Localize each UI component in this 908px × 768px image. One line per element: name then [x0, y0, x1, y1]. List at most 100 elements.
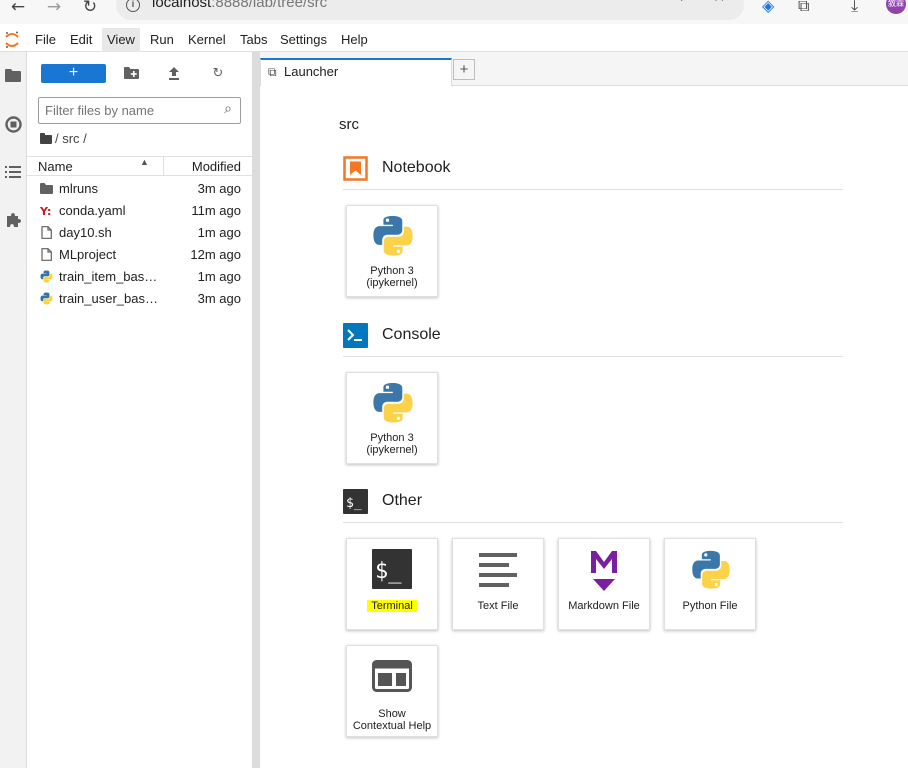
launcher-cwd: src: [339, 116, 359, 133]
file-row[interactable]: train_user_based.py 3m ago: [27, 288, 252, 310]
svg-text:$_: $_: [375, 559, 402, 584]
file-name: MLproject: [59, 247, 117, 262]
svg-text:$_: $_: [346, 496, 362, 511]
notebook-icon: [343, 156, 368, 181]
table-of-contents-icon[interactable]: [3, 162, 23, 182]
bookmark-star-icon[interactable]: ☆: [712, 0, 726, 5]
card-label-highlighted: Terminal: [347, 600, 437, 612]
reload-icon[interactable]: ↻: [78, 0, 102, 17]
column-header-modified[interactable]: Modified: [192, 159, 241, 174]
jupyter-logo-icon: [5, 31, 19, 48]
search-icon: ⌕: [224, 101, 232, 117]
menu-view[interactable]: View: [102, 28, 140, 52]
section-title: Other: [382, 492, 423, 509]
breadcrumb: / src /: [40, 131, 87, 149]
tab-launcher[interactable]: ⧉ Launcher: [260, 58, 452, 86]
file-modified: 1m ago: [197, 225, 241, 240]
file-icon: [41, 248, 52, 261]
card-contextual-help[interactable]: Show Contextual Help: [346, 645, 438, 737]
menu-file[interactable]: File: [30, 28, 61, 52]
card-terminal[interactable]: $_ Terminal: [346, 538, 438, 630]
address-text[interactable]: localhost:8888/lab/tree/src: [152, 0, 327, 11]
new-tab-button[interactable]: +: [453, 59, 475, 80]
file-name: train_user_based.py: [59, 291, 159, 306]
contextual-help-icon: [372, 660, 412, 692]
file-name: mlruns: [59, 181, 99, 196]
svg-text:Y:: Y:: [40, 205, 51, 217]
python-logo-icon: [692, 550, 730, 589]
file-modified: 11m ago: [191, 203, 241, 218]
zoom-icon[interactable]: ⌕: [681, 0, 690, 6]
file-row[interactable]: MLproject 12m ago: [27, 244, 252, 266]
card-text-file[interactable]: Text File: [452, 538, 544, 630]
file-browser-tab-icon[interactable]: [3, 65, 23, 85]
section-other: $_ Other: [343, 489, 843, 523]
terminal-icon: $_: [372, 549, 412, 589]
activity-bar: [0, 52, 27, 768]
yaml-icon: Y:: [40, 205, 51, 217]
menu-settings[interactable]: Settings: [275, 28, 332, 52]
extension-icon[interactable]: ◈: [762, 0, 774, 15]
menu-edit[interactable]: Edit: [65, 28, 97, 52]
card-python-file[interactable]: Python File: [664, 538, 756, 630]
python-icon: [40, 270, 53, 283]
menu-help[interactable]: Help: [336, 28, 373, 52]
card-label: Text File: [477, 600, 519, 612]
file-modified: 3m ago: [197, 181, 241, 196]
column-divider[interactable]: [163, 157, 164, 176]
console-icon: [343, 323, 368, 348]
download-icon[interactable]: ⤓: [851, 0, 858, 16]
running-sessions-icon[interactable]: [3, 114, 23, 134]
back-icon[interactable]: ←: [6, 0, 30, 17]
extensions-puzzle-icon[interactable]: ⧉: [798, 0, 809, 16]
column-header-name[interactable]: Name: [38, 159, 73, 174]
card-markdown-file[interactable]: Markdown File: [558, 538, 650, 630]
file-name: train_item_based.py: [59, 269, 159, 284]
file-list-header: Name ▲ Modified: [27, 156, 252, 176]
main-dock-area: ⧉ Launcher + src Notebook Python 3 (ipyk…: [260, 52, 908, 768]
menu-run[interactable]: Run: [145, 28, 179, 52]
card-label: Show Contextual Help: [352, 708, 432, 732]
section-console: Console: [343, 323, 843, 357]
card-notebook-python3[interactable]: Python 3 (ipykernel): [346, 205, 438, 297]
file-modified: 1m ago: [197, 269, 241, 284]
folder-icon: [40, 183, 53, 194]
new-folder-icon[interactable]: [122, 64, 140, 82]
upload-icon[interactable]: [165, 64, 183, 82]
address-bar[interactable]: i localhost:8888/lab/tree/src ⌕ ☆: [116, 0, 744, 20]
card-label: Python 3 (ipykernel): [366, 265, 418, 289]
browser-toolbar: ← → ↻ i localhost:8888/lab/tree/src ⌕ ☆ …: [0, 0, 908, 24]
refresh-icon[interactable]: ↻: [209, 64, 227, 82]
new-launcher-button[interactable]: +: [41, 64, 106, 83]
breadcrumb-path[interactable]: / src /: [55, 131, 87, 146]
menu-tabs[interactable]: Tabs: [235, 28, 272, 52]
card-console-python3[interactable]: Python 3 (ipykernel): [346, 372, 438, 464]
file-browser-panel: + ↻ ⌕ / src / Name ▲ Modified mlruns 3m …: [27, 52, 252, 768]
file-modified: 3m ago: [197, 291, 241, 306]
profile-avatar[interactable]: 敘霖: [886, 0, 906, 14]
file-name: conda.yaml: [59, 203, 126, 218]
tab-label: Launcher: [284, 64, 339, 79]
forward-icon[interactable]: →: [42, 0, 66, 17]
launcher-icon: ⧉: [268, 65, 277, 79]
extension-manager-icon[interactable]: [3, 210, 23, 230]
home-folder-icon[interactable]: [40, 133, 52, 144]
terminal-section-icon: $_: [343, 489, 368, 514]
panel-splitter[interactable]: [252, 52, 260, 768]
file-filter-input[interactable]: [45, 102, 205, 119]
file-icon: [41, 226, 52, 239]
file-row[interactable]: train_item_based.py 1m ago: [27, 266, 252, 288]
section-title: Notebook: [382, 159, 451, 176]
file-row[interactable]: mlruns 3m ago: [27, 178, 252, 200]
markdown-icon: [591, 551, 617, 591]
card-label: Markdown File: [568, 600, 640, 612]
file-row[interactable]: Y: conda.yaml 11m ago: [27, 200, 252, 222]
sort-ascending-icon[interactable]: ▲: [140, 157, 149, 167]
menu-kernel[interactable]: Kernel: [183, 28, 231, 52]
file-row[interactable]: day10.sh 1m ago: [27, 222, 252, 244]
file-filter-field[interactable]: ⌕: [38, 97, 241, 124]
section-title: Console: [382, 326, 441, 343]
python-icon: [40, 292, 53, 305]
site-info-icon[interactable]: i: [126, 0, 140, 12]
text-file-icon: [479, 553, 517, 587]
